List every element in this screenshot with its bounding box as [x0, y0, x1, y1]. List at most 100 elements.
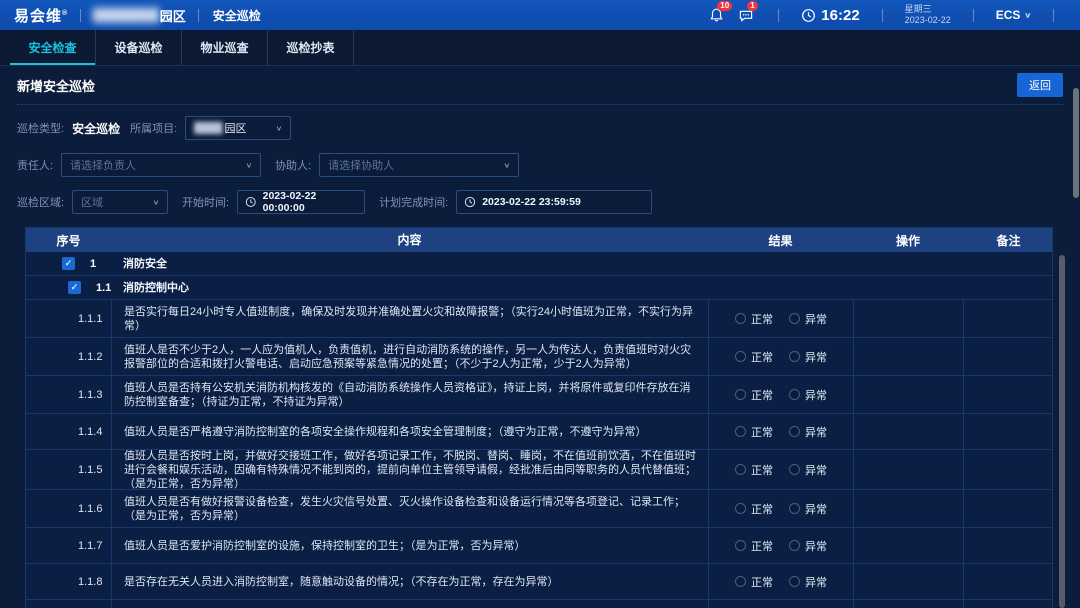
row-number: 1.1.2 [26, 338, 111, 375]
table-row-item: 1.1.8 是否存在无关人员进入消防控制室，随意触动设备的情况；（不存在为正常，… [26, 564, 1052, 600]
row-number: 1.1.1 [26, 300, 111, 337]
table-row-item: 1.1.1 是否实行每日24小时专人值班制度，确保及时发现并准确处置火灾和故障报… [26, 300, 1052, 338]
table-header-row: 序号 内容 结果 操作 备注 [26, 228, 1052, 252]
row-content: 消防控制中心 [111, 276, 1054, 299]
radio-normal[interactable]: 正常 [735, 574, 773, 590]
table-row-group: ✓ 1.1 消防控制中心 [26, 276, 1052, 300]
divider [1053, 9, 1054, 22]
chevron-down-icon: ∨ [152, 198, 159, 206]
remark-cell [963, 300, 1054, 337]
registered-mark: ® [62, 10, 68, 17]
result-cell: 正常 异常 [708, 300, 853, 337]
radio-normal[interactable]: 正常 [735, 349, 773, 365]
row-number-cell: ✓ 1 [26, 252, 111, 275]
assistant-label: 协助人: [275, 157, 311, 173]
area-select[interactable]: 区域 ∨ [72, 190, 168, 214]
radio-normal[interactable]: 正常 [735, 387, 773, 403]
owner-select[interactable]: 请选择负责人 ∨ [61, 153, 261, 177]
operation-cell [853, 564, 963, 599]
radio-icon [735, 503, 746, 514]
row-number: 1.1.3 [26, 376, 111, 413]
notification-button[interactable]: 10 [706, 6, 726, 24]
radio-icon [789, 313, 800, 324]
page-title: 新增安全巡检 [17, 76, 95, 95]
row-content: 值班人员是否有做好报警设备检查，发生火灾信号处置、灭火操作设备检查和设备运行情况… [111, 490, 708, 527]
remark-cell [963, 490, 1054, 527]
notification-badge: 10 [717, 1, 732, 11]
topbar-nav-current[interactable]: 安全巡检 [213, 7, 261, 24]
result-cell: 正常 异常 [708, 490, 853, 527]
start-time-label: 开始时间: [182, 194, 229, 210]
operation-cell [853, 338, 963, 375]
radio-abnormal[interactable]: 异常 [789, 311, 827, 327]
tab-equipment-inspection[interactable]: 设备巡检 [96, 30, 182, 65]
radio-abnormal[interactable]: 异常 [789, 349, 827, 365]
form-row-schedule: 巡检区域: 区域 ∨ 开始时间: 2023-02-22 00:00:00 计划完… [17, 190, 1063, 214]
back-button[interactable]: 返回 [1017, 73, 1063, 97]
radio-icon [789, 351, 800, 362]
radio-icon [735, 389, 746, 400]
remark-cell [963, 414, 1054, 449]
divider [198, 9, 199, 22]
tab-safety-check[interactable]: 安全检查 [10, 30, 96, 65]
table-scrollbar-thumb[interactable] [1059, 255, 1065, 608]
end-time-value: 2023-02-22 23:59:59 [482, 196, 581, 208]
project-name-suffix: 园区 [160, 6, 186, 25]
message-button[interactable]: 1 [736, 6, 756, 24]
row-content: 消防安全 [111, 252, 1054, 275]
row-content: 值班人是否不少于2人，一人应为值机人，负责值机，进行自动消防系统的操作，另一人为… [111, 338, 708, 375]
table-row-partial [26, 600, 1052, 608]
weekday-label: 星期三 [905, 4, 951, 15]
result-cell: 正常 异常 [708, 414, 853, 449]
radio-icon [735, 313, 746, 324]
result-cell: 正常 异常 [708, 450, 853, 489]
radio-icon [735, 540, 746, 551]
result-cell: 正常 异常 [708, 338, 853, 375]
radio-abnormal[interactable]: 异常 [789, 387, 827, 403]
radio-icon [789, 503, 800, 514]
page-scrollbar-thumb[interactable] [1073, 88, 1079, 198]
tab-meter-reading[interactable]: 巡检抄表 [268, 30, 354, 65]
tab-property-inspection[interactable]: 物业巡查 [182, 30, 268, 65]
row-content: 值班人员是否严格遵守消防控制室的各项安全操作规程和各项安全管理制度；（遵守为正常… [111, 414, 708, 449]
radio-abnormal[interactable]: 异常 [789, 501, 827, 517]
chevron-down-icon: ∨ [504, 161, 511, 169]
header-result: 结果 [708, 228, 853, 252]
row-content: 值班人员是否爱护消防控制室的设施，保持控制室的卫生；（是为正常，否为异常） [111, 528, 708, 563]
row-content: 值班人员是否持有公安机关消防机构核发的《自动消防系统操作人员资格证》，持证上岗，… [111, 376, 708, 413]
checkbox-checked[interactable]: ✓ [68, 281, 81, 294]
radio-abnormal[interactable]: 异常 [789, 462, 827, 478]
area-label: 巡检区域: [17, 194, 64, 210]
divider [882, 9, 883, 22]
assistant-select[interactable]: 请选择协助人 ∨ [319, 153, 519, 177]
user-menu[interactable]: ECS ∨ [996, 8, 1031, 22]
operation-cell [853, 450, 963, 489]
row-number: 1.1.7 [26, 528, 111, 563]
radio-normal[interactable]: 正常 [735, 538, 773, 554]
radio-abnormal[interactable]: 异常 [789, 574, 827, 590]
radio-normal[interactable]: 正常 [735, 424, 773, 440]
radio-normal[interactable]: 正常 [735, 311, 773, 327]
radio-abnormal[interactable]: 异常 [789, 424, 827, 440]
divider [778, 9, 779, 22]
checkbox-checked[interactable]: ✓ [62, 257, 75, 270]
date-block: 星期三 2023-02-22 [905, 4, 951, 26]
project-select[interactable]: ████园区 ∨ [185, 116, 291, 140]
result-cell: 正常 异常 [708, 564, 853, 599]
header-no: 序号 [26, 228, 111, 252]
header-remark: 备注 [963, 228, 1054, 252]
table-row-item: 1.1.5 值班人员是否按时上岗，并做好交接班工作，做好各项记录工作，不脱岗、替… [26, 450, 1052, 490]
radio-abnormal[interactable]: 异常 [789, 538, 827, 554]
row-number: 1.1.8 [26, 564, 111, 599]
topbar-actions: 10 1 16:22 星期三 2023-02-22 ECS ∨ [706, 4, 1066, 26]
radio-normal[interactable]: 正常 [735, 462, 773, 478]
row-content: 是否实行每日24小时专人值班制度，确保及时发现并准确处置火灾和故障报警；（实行2… [111, 300, 708, 337]
table-row-item: 1.1.6 值班人员是否有做好报警设备检查，发生火灾信号处置、灭火操作设备检查和… [26, 490, 1052, 528]
start-time-value: 2023-02-22 00:00:00 [263, 190, 358, 214]
radio-icon [789, 576, 800, 587]
operation-cell [853, 300, 963, 337]
radio-normal[interactable]: 正常 [735, 501, 773, 517]
end-time-input[interactable]: 2023-02-22 23:59:59 [456, 190, 652, 214]
divider [17, 104, 1063, 105]
start-time-input[interactable]: 2023-02-22 00:00:00 [237, 190, 365, 214]
